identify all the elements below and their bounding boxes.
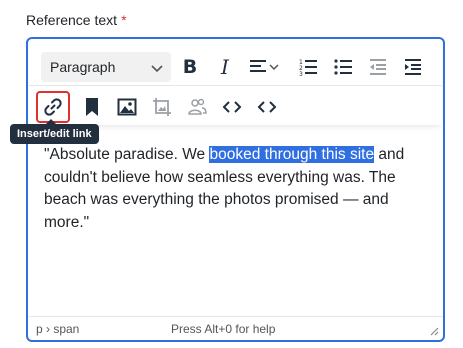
svg-text:3: 3	[299, 71, 303, 77]
bullet-list-button[interactable]	[328, 52, 358, 82]
indent-icon	[405, 59, 421, 75]
toolbar-row-1: Paragraph B I 123	[29, 45, 442, 85]
selected-text: booked through this site	[209, 146, 375, 163]
outdent-icon	[370, 59, 386, 75]
insert-image-button[interactable]	[112, 92, 142, 122]
bold-button[interactable]: B	[175, 52, 205, 82]
resize-handle-icon[interactable]	[429, 326, 439, 336]
field-label-text: Reference text	[26, 12, 118, 28]
toolbar-row-2	[29, 85, 442, 125]
numbered-list-icon: 123	[299, 59, 317, 77]
anchor-button[interactable]	[77, 92, 107, 122]
crop-image-icon	[153, 98, 171, 116]
link-icon	[44, 98, 62, 116]
italic-icon: I	[221, 55, 229, 79]
block-format-value: Paragraph	[50, 59, 116, 75]
editor-toolbar: Paragraph B I 123	[29, 40, 442, 125]
users-icon	[188, 98, 207, 115]
rich-text-editor[interactable]: Paragraph B I 123 "Absolute paradise. We…	[26, 37, 445, 342]
italic-button[interactable]: I	[210, 52, 240, 82]
code-icon	[257, 101, 277, 113]
image-icon	[117, 98, 137, 116]
editor-content[interactable]: "Absolute paradise. We booked through th…	[44, 144, 434, 234]
bookmark-icon	[86, 98, 98, 116]
outdent-button[interactable]	[363, 52, 393, 82]
element-path[interactable]: p › span	[36, 322, 79, 336]
users-button[interactable]	[182, 92, 212, 122]
code-sample-button[interactable]	[252, 92, 282, 122]
help-hint: Press Alt+0 for help	[171, 322, 276, 336]
code-icon	[222, 101, 242, 113]
required-mark: *	[121, 12, 127, 28]
source-code-button[interactable]	[217, 92, 247, 122]
indent-button[interactable]	[398, 52, 428, 82]
numbered-list-button[interactable]: 123	[293, 52, 323, 82]
content-text-before: "Absolute paradise. We	[44, 146, 210, 163]
edit-image-button[interactable]	[147, 92, 177, 122]
chevron-down-icon	[151, 65, 163, 73]
tooltip: Insert/edit link	[10, 119, 99, 144]
bullet-list-icon	[334, 59, 352, 75]
block-format-select[interactable]: Paragraph	[41, 52, 171, 82]
field-label: Reference text *	[26, 12, 127, 28]
status-bar: p › span Press Alt+0 for help	[28, 316, 443, 340]
align-button[interactable]	[245, 52, 285, 82]
bold-icon: B	[182, 56, 198, 78]
align-left-icon	[250, 60, 279, 72]
